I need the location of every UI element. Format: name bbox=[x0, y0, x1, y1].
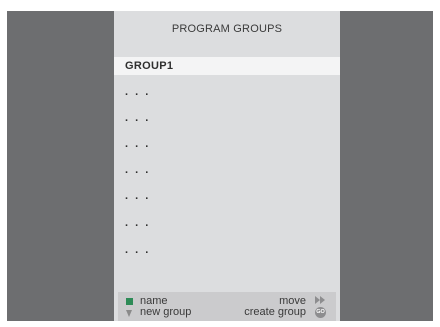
group-item-empty[interactable]: . . . bbox=[114, 109, 340, 127]
down-triangle-icon bbox=[126, 310, 132, 317]
group-item-empty[interactable]: . . . bbox=[114, 161, 340, 179]
fast-forward-icon bbox=[315, 296, 325, 304]
new-group-hint[interactable]: new group bbox=[140, 306, 191, 318]
create-group-hint[interactable]: create group bbox=[244, 306, 306, 318]
group-item-empty[interactable]: . . . bbox=[114, 241, 340, 259]
group-item-empty[interactable]: . . . bbox=[114, 83, 340, 101]
program-groups-menu: PROGRAM GROUPS GROUP1 . . . . . . . . . … bbox=[114, 11, 340, 321]
group-item-empty[interactable]: . . . bbox=[114, 214, 340, 232]
group-item-empty[interactable]: . . . bbox=[114, 135, 340, 153]
group-item-empty[interactable]: . . . bbox=[114, 187, 340, 205]
go-icon: GO bbox=[315, 307, 326, 318]
menu-title: PROGRAM GROUPS bbox=[171, 23, 283, 35]
button-hints-bar: name new group move create group GO bbox=[118, 292, 336, 321]
tv-screen: PROGRAM GROUPS GROUP1 . . . . . . . . . … bbox=[7, 11, 433, 321]
green-square-icon bbox=[126, 298, 133, 305]
group-item-group1[interactable]: GROUP1 bbox=[114, 57, 340, 75]
